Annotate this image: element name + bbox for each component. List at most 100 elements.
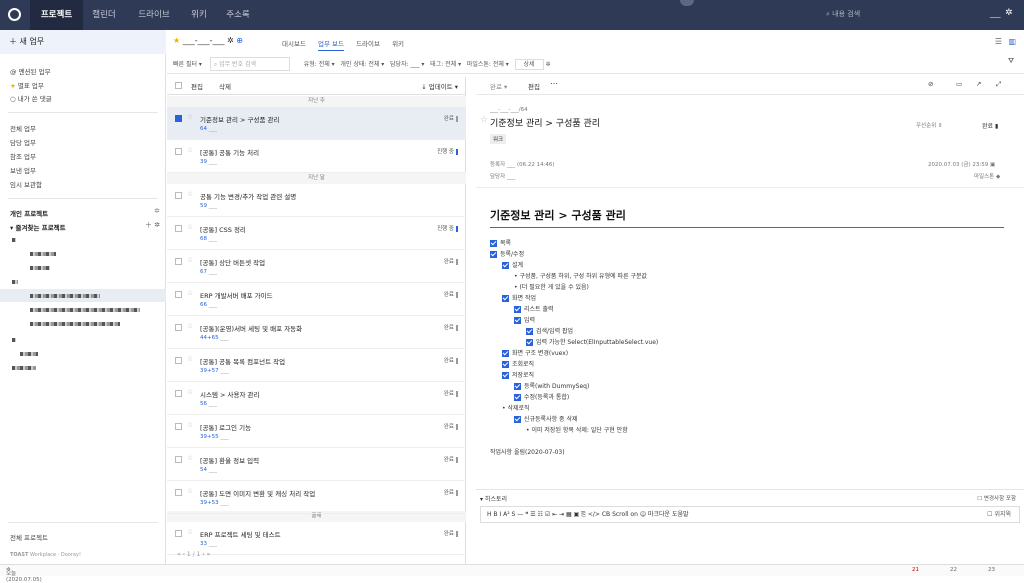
row-checkbox[interactable] [175,423,182,430]
star-icon[interactable]: ☆ [187,190,193,198]
task-title[interactable]: [공통](운영)서버 세팅 및 배포 자동화 [200,323,302,333]
checked-checkbox-icon[interactable] [490,240,497,247]
filter-personal-status[interactable]: 개인 상태: 전체 [340,61,379,68]
link-icon[interactable]: ⊘ [928,80,933,88]
checklist-item[interactable]: 입력 [514,315,535,324]
project-item-redacted-selected[interactable] [30,294,100,298]
row-checkbox[interactable] [175,489,182,496]
row-checkbox[interactable] [175,148,182,155]
star-icon[interactable]: ☆ [480,115,488,125]
star-icon[interactable]: ☆ [187,355,193,363]
collapse-handle-icon[interactable] [680,0,694,6]
filter-type[interactable]: 유형: 전체 [304,61,330,68]
star-icon[interactable]: ☆ [187,113,193,121]
task-title[interactable]: [공통] 공통 목록 컴포넌트 작업 [200,356,285,366]
sort-dropdown[interactable]: ↓ 업데이트 ▾ [421,81,458,91]
expand-icon[interactable]: ⤢ [996,80,1001,89]
task-title[interactable]: ERP 개발서버 배포 가이드 [200,290,273,300]
row-checkbox[interactable] [175,530,182,537]
row-checkbox[interactable] [175,390,182,397]
tab-wiki[interactable]: 위키 [392,40,404,48]
status-value[interactable]: 완료 ▮ [982,121,998,130]
detail-edit-button[interactable]: 편집 [528,81,540,91]
project-item-redacted[interactable] [12,338,16,342]
star-icon[interactable]: ☆ [187,421,193,429]
row-checkbox[interactable] [175,115,182,122]
new-task-button[interactable]: ＋ 새 업무 [0,30,166,54]
checked-checkbox-icon[interactable] [526,328,533,335]
due-date[interactable]: 2020.07.03 (금) 23:59 ▣ [928,160,995,168]
tab-project[interactable]: 프로젝트 [30,0,83,30]
all-projects-link[interactable]: 전체 프로젝트 [10,532,48,542]
new-window-icon[interactable]: ↗ [976,80,981,88]
task-row[interactable]: ☆ [공통] 상단 버튼셋 작업 67 ___ 완료 [167,250,466,283]
history-toggle[interactable]: ▾ 히스토리 [480,494,507,503]
sidebar-item-mentioned[interactable]: @ 멘션된 업무 [10,66,51,76]
checklist-item[interactable]: 수정(등록과 통합) [514,392,569,401]
task-title[interactable]: [공통] 로그인 기능 [200,422,251,432]
project-item-redacted[interactable] [30,252,56,256]
user-name[interactable]: ___ [990,10,1001,18]
quick-filter-dropdown[interactable]: 빠른 필터 [173,61,197,68]
task-row[interactable]: ☆ [공통] 로그인 기능 39+55 ___ 완료 [167,415,466,448]
row-checkbox[interactable] [175,324,182,331]
star-icon[interactable]: ☆ [187,256,193,264]
checklist-item[interactable]: 등록/수정 [490,249,524,258]
checked-checkbox-icon[interactable] [514,383,521,390]
task-row[interactable]: ☆ 기준정보 관리 > 구성품 관리 64 ___ 완료 [167,107,466,140]
row-checkbox[interactable] [175,357,182,364]
star-icon[interactable]: ☆ [187,223,193,231]
settings-icon[interactable]: ✲ [227,36,234,45]
checklist-item[interactable]: 화면 구조 변경(vuex) [502,348,568,357]
split-view-icon[interactable]: ▥ [1008,37,1016,46]
task-title[interactable]: [공통] CSS 정리 [200,224,246,234]
task-row[interactable]: ☆ [공통] 공통 기능 처리 39 ___ 진행 중 [167,140,466,173]
global-search-input[interactable]: ⌕ 내용 검색 [826,9,860,19]
row-checkbox[interactable] [175,258,182,265]
task-row[interactable]: ☆ [공통] 공통 목록 컴포넌트 작업 39+57 ___ 완료 [167,349,466,382]
task-row[interactable]: ☆ [공통] CSS 정리 68 ___ 진행 중 [167,217,466,250]
sidebar-item-all-tasks[interactable]: 전체 업무 [10,123,36,133]
star-icon[interactable]: ☆ [187,528,193,536]
wysiwyg-toggle[interactable]: ☐ 위지윅 [987,507,1011,522]
star-icon[interactable]: ☆ [187,454,193,462]
task-title[interactable]: 공통 기능 변경/추가 작업 관련 설명 [200,191,296,201]
task-row[interactable]: ☆ [공통] 도면 이미지 변환 및 캐싱 처리 작업 39+53 ___ 완료 [167,481,466,514]
project-item-redacted[interactable] [12,238,16,242]
task-title[interactable]: ERP 프로젝트 세팅 및 테스트 [200,529,281,539]
checked-checkbox-icon[interactable] [514,317,521,324]
tab-drive[interactable]: 드라이브 [132,0,176,30]
star-icon[interactable]: ☆ [187,487,193,495]
add-project-icon[interactable]: ＋ ✲ [145,220,160,230]
checked-checkbox-icon[interactable] [502,372,509,379]
checklist-item[interactable]: 신규등록사항 중 삭제 [514,414,578,423]
task-title[interactable]: [공통] 공통 기능 처리 [200,147,259,157]
sidebar-item-my-comments[interactable]: ○ 내가 쓴 댓글 [10,93,52,103]
filter-milestone[interactable]: 마일스톤: 전체 [467,61,504,68]
dooray-logo-icon[interactable] [8,8,21,21]
checked-checkbox-icon[interactable] [514,416,521,423]
monitor-icon[interactable]: ▭ [956,80,962,88]
task-row[interactable]: ☆ [공통] 환율 정보 입력 54 ___ 완료 [167,448,466,481]
filter-assignee[interactable]: 담당자: ___ [390,61,420,68]
status-dropdown[interactable]: 완료 ▾ [490,81,507,91]
checklist-item[interactable]: 설계 [502,260,523,269]
include-changes-checkbox[interactable]: ☐ 변경사항 포함 [977,494,1016,502]
tab-calendar[interactable]: 캘린더 [86,0,122,30]
milestone-dropdown[interactable]: 마일스톤 ◆ [974,172,1000,180]
detail-filter-button[interactable]: 상세 [514,59,544,70]
checked-checkbox-icon[interactable] [514,394,521,401]
checked-checkbox-icon[interactable] [502,350,509,357]
settings-gear-icon[interactable]: ✲ [1005,8,1013,18]
project-item-redacted[interactable] [20,352,38,356]
project-item-redacted[interactable] [12,280,18,284]
sidebar-item-starred[interactable]: ★ 별표 업무 [10,80,44,90]
task-row[interactable]: ☆ [공통](운영)서버 세팅 및 배포 자동화 44+65 ___ 완료 [167,316,466,349]
sidebar-item-drafts[interactable]: 임시 보관함 [10,179,42,189]
row-checkbox[interactable] [175,291,182,298]
checked-checkbox-icon[interactable] [502,295,509,302]
favorite-projects-header[interactable]: ▾ 즐겨찾는 프로젝트 [10,222,66,232]
tab-wiki[interactable]: 위키 [186,0,212,30]
add-member-icon[interactable]: ⊕ [236,36,243,45]
tab-drive[interactable]: 드라이브 [356,40,380,48]
